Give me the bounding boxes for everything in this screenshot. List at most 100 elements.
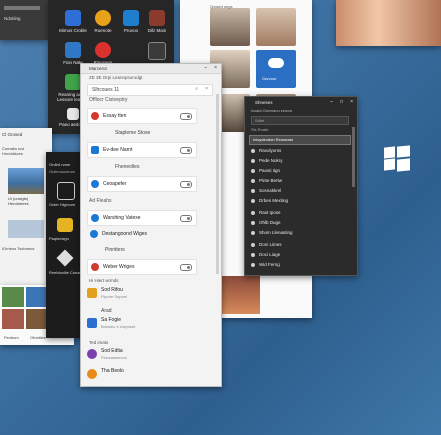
close-icon[interactable]: ×	[214, 65, 217, 71]
section-label: Ad Fleahs	[89, 198, 112, 204]
list-item[interactable]: Sa Fogie Bdosiez 4 Uwposet	[87, 316, 207, 332]
toggle-switch[interactable]	[180, 215, 192, 222]
toggle-switch[interactable]	[180, 147, 192, 154]
title-bar: Marcerut – ×	[81, 64, 221, 74]
app-icon	[95, 10, 111, 26]
toggle-switch[interactable]	[180, 264, 192, 271]
menu-item[interactable]: Pinte Bertw	[251, 177, 282, 185]
scrollbar[interactable]	[352, 127, 355, 187]
window-title: Marcerut	[89, 66, 107, 71]
list-item[interactable]: Sod Edtia Finncaweevon	[87, 347, 207, 363]
setting-row[interactable]: Ev-dee Narnt	[87, 142, 197, 158]
toggle-switch[interactable]	[180, 181, 192, 188]
diamond-icon[interactable]	[56, 249, 74, 267]
list-item-title: Sod Rifou	[101, 287, 123, 293]
menu-item-icon	[251, 158, 255, 163]
minimize-icon[interactable]: –	[330, 99, 333, 105]
portrait-photo[interactable]	[256, 8, 296, 46]
window-text: Ui (unsigts) Herotnbees	[8, 196, 29, 206]
cloud-tile[interactable]: Gorvoor	[256, 50, 296, 88]
list-item-title: Sa Fogie	[101, 317, 122, 323]
menu-item[interactable]: Pede Nokry	[251, 157, 283, 165]
setting-label: Weber Wriges	[103, 264, 135, 270]
setting-label: Ev-dee Narnt	[103, 147, 133, 153]
list-item-title: Sod Edtia	[101, 348, 123, 354]
group-photo	[336, 0, 441, 46]
toggle-switch[interactable]	[180, 113, 192, 120]
app-tile-label: Dilz Main	[147, 28, 167, 33]
highlighted-item-label: Inisyolrodon Reooeast	[253, 137, 293, 142]
camera-icon[interactable]	[57, 182, 75, 200]
photo-thumbnail[interactable]	[26, 287, 48, 307]
menu-item-label: Ohlb Duge	[259, 220, 281, 225]
menu-item[interactable]: Paosti Iign	[251, 167, 280, 175]
menu-item[interactable]: Ravolyorss	[251, 147, 281, 155]
search-box[interactable]: Slhcoues 11 ⌕ ×	[87, 84, 213, 96]
menu-item[interactable]: Shom Llenasting	[251, 229, 293, 237]
app-tile[interactable]: Rinoceos	[86, 42, 120, 65]
menu-item[interactable]: Wid Ferng	[251, 261, 280, 269]
app-icon	[65, 10, 81, 26]
app-tile[interactable]: Mimos Croble	[56, 10, 90, 33]
portrait-photo[interactable]	[210, 8, 250, 46]
app-tile-label: Pruvoo	[123, 28, 139, 33]
menu-item[interactable]: Doci Liage	[251, 251, 280, 259]
cloud-icon	[268, 58, 284, 68]
app-tile[interactable]: Dilz Main	[140, 10, 174, 33]
settings-window: Marcerut – × ZE 3E Orpi Leannpsorodgt Sl…	[80, 63, 222, 387]
setting-row[interactable]: Warshing Vatexe	[87, 210, 197, 226]
setting-row[interactable]: Ceoapefer	[87, 176, 197, 192]
menu-item-icon	[251, 198, 255, 203]
menu-item[interactable]: Sosnakkrel	[251, 187, 281, 195]
photo-thumbnail[interactable]	[2, 309, 24, 329]
setting-label: Essay tten	[103, 113, 127, 119]
menu-item[interactable]: Rast Ipose	[251, 209, 281, 217]
menu-item-label: Doni Limes	[259, 242, 282, 247]
menu-item-label: Drbes Mexting	[259, 198, 289, 203]
scrollbar[interactable]	[216, 94, 219, 274]
setting-icon	[91, 112, 99, 120]
menu-item-icon	[251, 178, 255, 183]
list-item-sub: Finncaweevon	[101, 355, 127, 360]
list-item-title: Arad	[101, 308, 112, 314]
app-icon	[87, 349, 97, 359]
menu-item[interactable]: Doni Limes	[251, 241, 282, 249]
panel-item-sub: Oclenosoreum	[49, 169, 76, 174]
setting-icon	[90, 230, 98, 238]
windows-logo-icon	[384, 145, 410, 172]
app-icon[interactable]	[57, 218, 73, 232]
photo-thumbnail[interactable]	[220, 276, 260, 314]
window-title: Shneses	[255, 100, 273, 105]
close-icon[interactable]: ×	[350, 99, 353, 105]
menu-item-label: Wid Ferng	[259, 262, 280, 267]
list-item-sub: Bdosiez 4 Uwposet	[101, 324, 136, 329]
section-header: Hi Hiert wrmds	[89, 278, 119, 283]
photo-thumbnail[interactable]	[2, 287, 24, 307]
menu-item[interactable]: Drbes Mexting	[251, 197, 288, 205]
photo-thumbnail[interactable]	[26, 309, 48, 329]
setting-row[interactable]: Destangoond Wiges	[87, 227, 195, 241]
app-tile[interactable]: Fion Nate	[56, 42, 90, 65]
search-icon[interactable]: ⌕	[195, 86, 198, 92]
setting-row[interactable]: Essay tten	[87, 108, 197, 124]
panel-item-label: Octer Higroom	[49, 202, 76, 207]
section-label: Hi Hiert wrmds	[89, 278, 119, 283]
window-subtitle: ZE 3E Orpi Leannpsorodgt	[89, 75, 143, 80]
list-item[interactable]: Sod Rifou Piyone Sopvet	[87, 286, 207, 302]
menu-item-icon	[251, 230, 255, 235]
close-icon[interactable]: ×	[205, 86, 208, 92]
maximize-icon[interactable]: □	[340, 99, 343, 105]
section-header: Ad Fleahs	[89, 198, 112, 204]
search-placeholder: Sdiet	[255, 118, 265, 123]
setting-label: Stapleme Stose	[115, 130, 151, 136]
highlighted-item[interactable]: Inisyolrodon Reooeast	[249, 135, 351, 145]
list-item[interactable]: Tha Beolo	[87, 367, 207, 383]
menu-item-icon	[251, 220, 255, 225]
side-text: Ndotiing	[4, 16, 21, 21]
search-box[interactable]: Sdiet	[251, 116, 349, 125]
menu-item[interactable]: Ohlb Duge	[251, 219, 281, 227]
window-title: Cl Grosed	[2, 132, 23, 137]
setting-row[interactable]: Weber Wriges	[87, 259, 197, 275]
app-tile-label: Mimos Croble	[59, 28, 87, 33]
minimize-icon[interactable]: –	[204, 65, 207, 71]
